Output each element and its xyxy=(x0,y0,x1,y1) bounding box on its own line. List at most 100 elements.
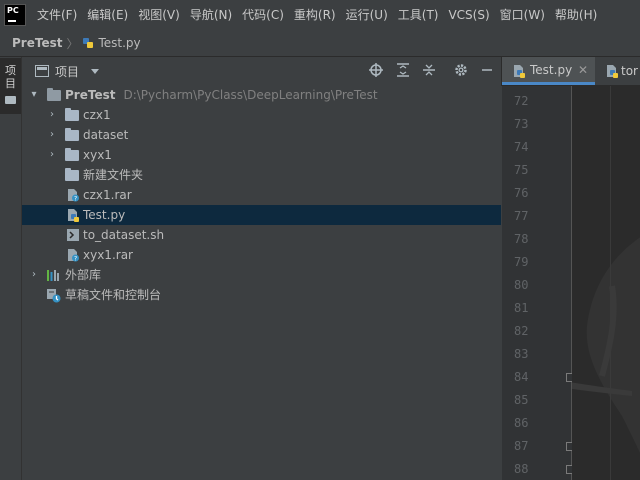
tree-item-label: 草稿文件和控制台 xyxy=(65,288,162,302)
tab-label: tor xyxy=(621,64,638,78)
tree-item[interactable]: › xyx1 xyxy=(22,145,501,165)
line-number: 86 xyxy=(514,416,529,430)
project-tool-tab-label: 项目 xyxy=(5,64,16,90)
root-name: PreTest xyxy=(65,88,116,102)
line-number: 81 xyxy=(514,301,529,315)
folder-icon xyxy=(5,96,16,104)
folder-icon xyxy=(65,108,79,121)
python-file-icon xyxy=(607,65,618,78)
breadcrumb-project[interactable]: PreTest xyxy=(12,36,62,50)
tree-item-label: xyx1.rar xyxy=(83,248,133,262)
project-panel-title[interactable]: 项目 xyxy=(55,63,79,80)
chevron-right-icon[interactable]: › xyxy=(47,125,57,145)
tree-item[interactable]: › dataset xyxy=(22,125,501,145)
editor-gutter: 72 73 74 75 76 77 78 79 80 81 82 83 84 8… xyxy=(502,86,575,480)
menu-run[interactable]: 运行(U) xyxy=(341,0,393,30)
line-number: 88 xyxy=(514,462,529,476)
folder-icon xyxy=(47,88,61,101)
line-number: 79 xyxy=(514,255,529,269)
menu-refactor[interactable]: 重构(R) xyxy=(289,0,341,30)
expand-all-icon[interactable] xyxy=(395,63,411,79)
line-number: 77 xyxy=(514,209,529,223)
gear-icon[interactable] xyxy=(453,63,469,79)
breadcrumb-file[interactable]: Test.py xyxy=(98,36,140,50)
breadcrumb-separator-icon: 〉 xyxy=(66,36,79,51)
svg-text:?: ? xyxy=(74,196,77,203)
project-panel-header: 项目 xyxy=(22,57,501,85)
tab-label: Test.py xyxy=(530,62,573,77)
folder-icon xyxy=(65,148,79,161)
folder-icon xyxy=(65,128,79,141)
chevron-down-icon[interactable] xyxy=(91,68,100,74)
minimize-icon[interactable] xyxy=(479,63,495,79)
menu-vcs[interactable]: VCS(S) xyxy=(443,0,494,30)
svg-text:?: ? xyxy=(74,256,77,263)
tree-item-label: czx1.rar xyxy=(83,188,132,202)
root-path: D:\Pycharm\PyClass\DeepLearning\PreTest xyxy=(123,88,378,102)
project-tool-window-tab[interactable]: 项目 xyxy=(0,58,21,114)
python-file-icon xyxy=(66,208,81,222)
chevron-right-icon[interactable]: › xyxy=(29,265,39,285)
right-margin-guide xyxy=(610,86,611,480)
tree-item-label: dataset xyxy=(83,128,129,142)
tab-other[interactable]: tor xyxy=(602,57,640,85)
line-number: 84 xyxy=(514,370,529,384)
line-number: 73 xyxy=(514,117,529,131)
line-number: 74 xyxy=(514,140,529,154)
tab-test-py[interactable]: Test.py ✕ xyxy=(502,57,595,85)
editor-tab-bar: Test.py ✕ tor xyxy=(501,57,640,86)
line-number: 85 xyxy=(514,393,529,407)
tree-item-label: to_dataset.sh xyxy=(83,228,165,242)
project-panel: 项目 ▾ PreTest D:\Pycharm\PyClass\DeepLearn… xyxy=(22,57,501,480)
tree-scratches[interactable]: 草稿文件和控制台 xyxy=(22,285,501,305)
tree-item-label: 外部库 xyxy=(65,268,102,282)
scratches-icon xyxy=(46,288,61,303)
folder-icon xyxy=(65,168,79,181)
tree-item[interactable]: ? xyx1.rar xyxy=(22,245,501,265)
line-number: 72 xyxy=(514,94,529,108)
menu-view[interactable]: 视图(V) xyxy=(133,0,185,30)
menu-help[interactable]: 帮助(H) xyxy=(550,0,602,30)
crosshair-icon[interactable] xyxy=(368,63,384,79)
menu-code[interactable]: 代码(C) xyxy=(237,0,289,30)
chevron-right-icon[interactable]: › xyxy=(47,145,57,165)
breadcrumb: PreTest 〉 Test.py xyxy=(0,30,640,57)
tree-item[interactable]: ? czx1.rar xyxy=(22,185,501,205)
menu-file[interactable]: 文件(F) xyxy=(32,0,82,30)
tree-item-selected[interactable]: Test.py xyxy=(22,205,501,225)
tree-root[interactable]: ▾ PreTest D:\Pycharm\PyClass\DeepLearning… xyxy=(22,85,501,105)
tree-item[interactable]: to_dataset.sh xyxy=(22,225,501,245)
menu-navigate[interactable]: 导航(N) xyxy=(185,0,237,30)
line-number: 87 xyxy=(514,439,529,453)
tree-item-label: 新建文件夹 xyxy=(83,168,144,182)
tree-item-label: xyx1 xyxy=(83,148,112,162)
python-file-icon xyxy=(514,65,525,78)
menu-tools[interactable]: 工具(T) xyxy=(393,0,444,30)
collapse-all-icon[interactable] xyxy=(421,63,437,79)
menu-bar: PC 文件(F) 编辑(E) 视图(V) 导航(N) 代码(C) 重构(R) 运… xyxy=(0,0,640,30)
project-view-icon xyxy=(35,65,49,77)
tree-item-label: Test.py xyxy=(83,208,126,222)
tree-external-libraries[interactable]: › 外部库 xyxy=(22,265,501,285)
pycharm-logo-icon: PC xyxy=(4,4,26,26)
line-number: 80 xyxy=(514,278,529,292)
line-number: 78 xyxy=(514,232,529,246)
shell-script-icon xyxy=(66,228,81,242)
line-number: 83 xyxy=(514,347,529,361)
line-number: 76 xyxy=(514,186,529,200)
menu-edit[interactable]: 编辑(E) xyxy=(82,0,133,30)
line-number: 75 xyxy=(514,163,529,177)
tree-item-label: czx1 xyxy=(83,108,111,122)
chevron-right-icon[interactable]: › xyxy=(47,105,57,125)
python-file-icon xyxy=(83,38,94,48)
unknown-file-icon: ? xyxy=(66,188,81,203)
left-tool-strip: 项目 xyxy=(0,57,22,480)
close-icon[interactable]: ✕ xyxy=(578,63,588,77)
code-editor[interactable] xyxy=(572,86,640,480)
menu-window[interactable]: 窗口(W) xyxy=(495,0,550,30)
tree-item[interactable]: 新建文件夹 xyxy=(22,165,501,185)
tree-item[interactable]: › czx1 xyxy=(22,105,501,125)
unknown-file-icon: ? xyxy=(66,248,81,263)
library-icon xyxy=(46,268,61,282)
chevron-down-icon[interactable]: ▾ xyxy=(29,85,39,105)
